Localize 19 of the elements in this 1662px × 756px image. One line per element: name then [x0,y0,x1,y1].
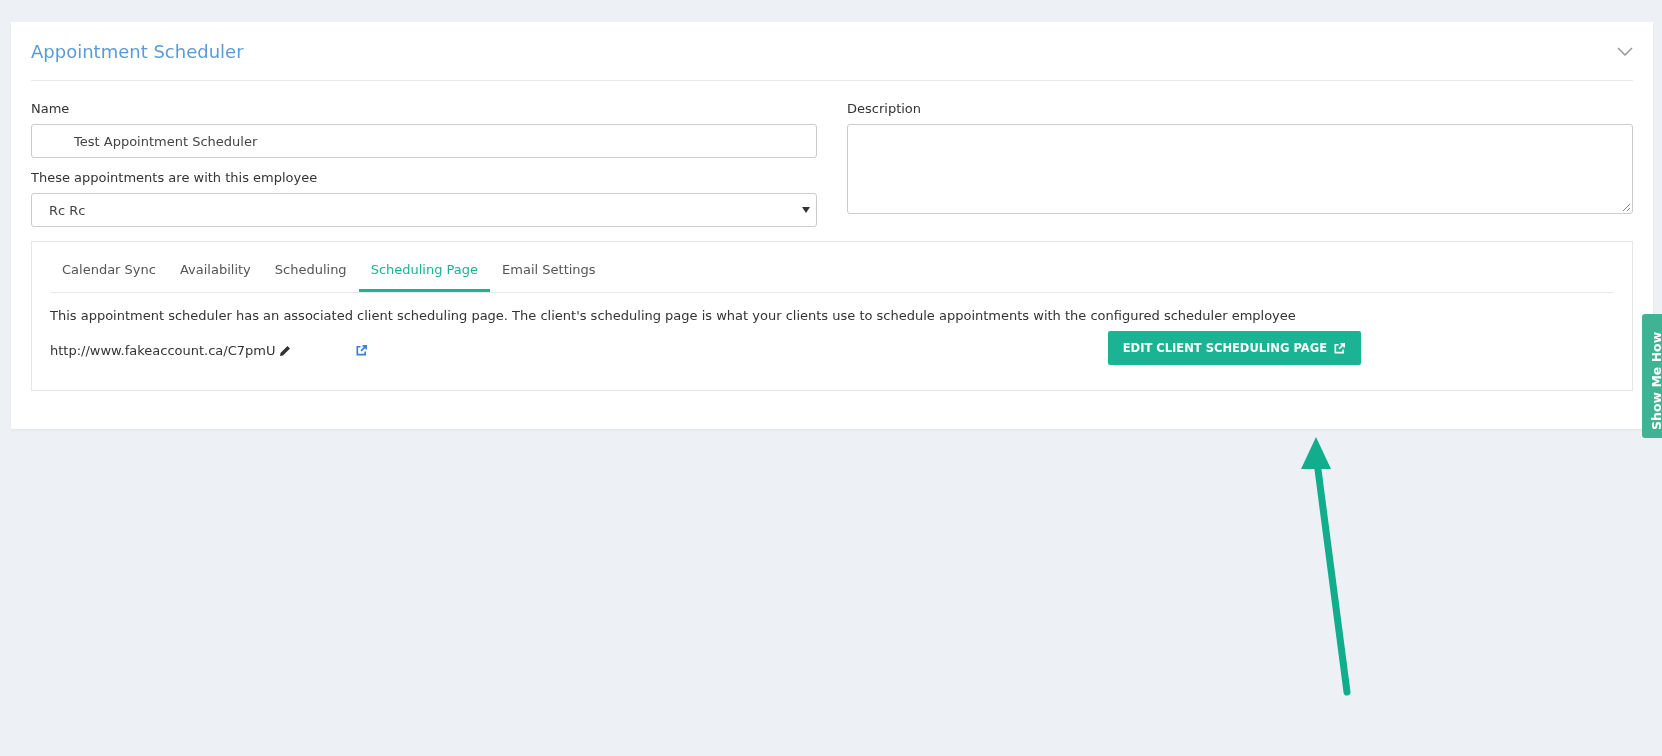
description-text: This appointment scheduler has an associated client scheduling page. The client's scheduling page is what your clients use to schedule appointments with the configured scheduler employee [50,308,1297,323]
dropdown-field[interactable]: Rc Rc [31,193,817,227]
field-label: Description [847,101,922,116]
tab[interactable]: Availability [167,242,263,292]
field-label: These appointments are with this employee [31,170,318,185]
tab[interactable]: Email Settings [490,242,608,292]
pencil-icon[interactable] [279,344,292,357]
url-text: http://www.fakeaccount.ca/C7pmU [50,343,276,358]
external-link-icon [1333,341,1346,355]
dropdown-caret-icon [802,205,810,215]
external-link-icon[interactable] [355,344,368,357]
field-label: Name [31,101,70,116]
panel-title: Appointment Scheduler [31,40,244,62]
resize-grip-icon[interactable] [1622,203,1630,211]
textarea-field[interactable] [847,124,1633,214]
text-field[interactable]: Test Appointment Scheduler [31,124,817,158]
tab[interactable]: Calendar Sync [50,242,168,292]
tab[interactable]: Scheduling [262,242,359,292]
collapse-chevron-icon[interactable] [1617,46,1633,56]
